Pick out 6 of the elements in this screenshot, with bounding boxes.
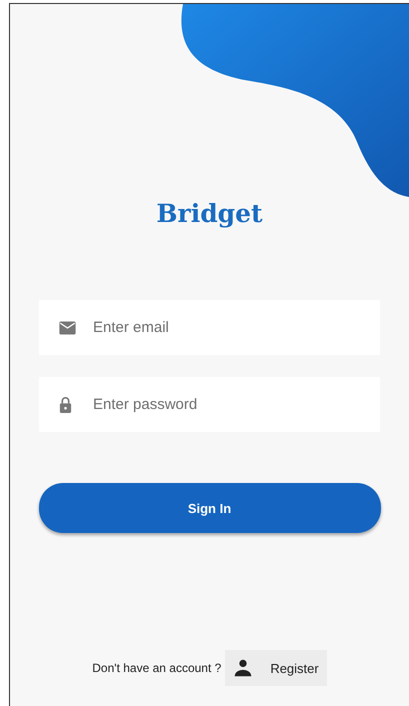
email-field[interactable]: Enter email — [39, 300, 380, 355]
password-field[interactable]: Enter password — [39, 377, 380, 432]
sign-in-button[interactable]: Sign In — [38, 483, 380, 533]
register-button[interactable]: Register — [225, 650, 327, 686]
account-prompt: Don't have an account ? — [92, 661, 222, 675]
app-title: Bridget — [156, 199, 263, 230]
